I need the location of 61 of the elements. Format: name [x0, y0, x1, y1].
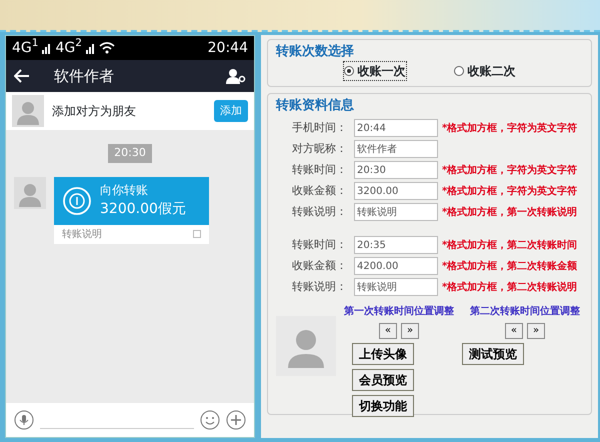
field-label: 收账金额： — [292, 258, 348, 274]
radio-option[interactable]: 收账二次 — [454, 62, 516, 80]
input-field[interactable]: 20:30 — [354, 161, 438, 179]
field-label: 对方昵称： — [292, 140, 348, 157]
field-hint: *格式加方框，第一次转账说明 — [442, 205, 578, 220]
field-hint: *格式加方框，字符为英文字符 — [442, 184, 578, 198]
arrow-button[interactable]: « — [378, 323, 397, 339]
input-field[interactable]: 20:44 — [354, 119, 438, 137]
input-field[interactable]: 20:35 — [354, 236, 438, 254]
avatar-icon — [276, 316, 336, 376]
field-label: 转账时间： — [292, 236, 348, 253]
chat-title: 软件作者 — [54, 66, 114, 87]
adjust-label: 第二次转账时间位置调整 — [470, 304, 580, 319]
field-label: 转账说明： — [292, 278, 348, 295]
field-hint: *格式加方框，第二次转账说明 — [442, 280, 578, 294]
field-hint: *格式加方框，字符为英文字符 — [442, 163, 578, 178]
transfer-icon — [62, 186, 92, 216]
signal-icon — [86, 42, 95, 54]
input-field[interactable]: 3200.00 — [354, 182, 438, 200]
smiley-icon[interactable] — [200, 410, 220, 430]
microphone-icon[interactable] — [14, 410, 34, 430]
transfer-amount: 3200.00假元 — [100, 200, 186, 219]
note-icon — [193, 230, 201, 238]
input-field[interactable]: 转账说明 — [354, 278, 438, 296]
arrow-button[interactable]: « — [504, 323, 523, 339]
plus-icon[interactable] — [226, 410, 246, 430]
adjust-label: 第一次转账时间位置调整 — [344, 304, 454, 319]
network-label: 4G$^{1}$ — [12, 38, 38, 58]
network-label: 4G$^{2}$ — [55, 38, 82, 58]
timestamp: 20:30 — [108, 144, 152, 162]
radio-option[interactable]: 收账一次 — [344, 62, 406, 80]
contact-settings-icon[interactable] — [226, 68, 246, 84]
field-label: 转账说明： — [292, 204, 348, 220]
avatar-icon — [12, 95, 44, 127]
wifi-icon — [98, 42, 115, 54]
arrow-button[interactable]: » — [401, 323, 420, 339]
action-button[interactable]: 测试预览 — [462, 343, 524, 365]
input-field[interactable]: 软件作者 — [354, 140, 438, 158]
transfer-note: 转账说明 — [62, 228, 102, 242]
action-button[interactable]: 切换功能 — [352, 395, 414, 417]
section-legend: 转账次数选择 — [276, 42, 583, 62]
field-hint: *格式加方框，第二次转账时间 — [442, 238, 578, 252]
avatar-icon — [14, 176, 46, 208]
signal-icon — [42, 42, 52, 54]
field-label: 手机时间： — [292, 120, 348, 136]
field-label: 收账金额： — [292, 182, 348, 199]
back-icon[interactable] — [14, 69, 30, 83]
action-button[interactable]: 上传头像 — [352, 343, 414, 365]
section-legend: 转账资料信息 — [276, 96, 583, 115]
transfer-title: 向你转账 — [100, 182, 149, 199]
field-hint: *格式加方框，字符为英文字符 — [442, 121, 578, 136]
field-hint: *格式加方框，第二次转账金额 — [442, 259, 578, 274]
field-label: 转账时间： — [292, 162, 348, 178]
clock-time: 20:44 — [208, 38, 248, 58]
input-field[interactable]: 转账说明 — [354, 203, 438, 221]
radio-button[interactable] — [344, 66, 354, 76]
input-field[interactable]: 4200.00 — [354, 257, 438, 275]
radio-button[interactable] — [454, 66, 464, 76]
arrow-button[interactable]: » — [527, 323, 546, 339]
add-friend-text: 添加对方为朋友 — [52, 103, 136, 120]
action-button[interactable]: 会员预览 — [352, 369, 414, 391]
